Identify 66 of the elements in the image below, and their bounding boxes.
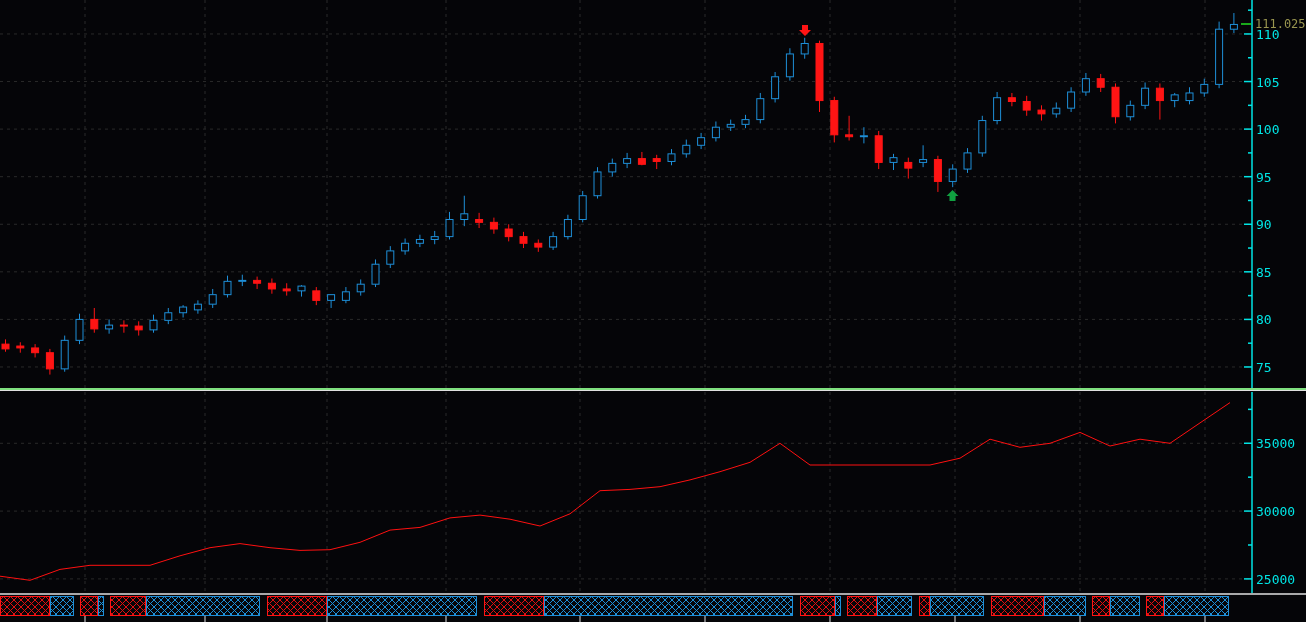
candlestick [208, 288, 217, 309]
candlestick [948, 163, 957, 188]
indicator-tick-label: 25000 [1256, 571, 1296, 587]
arrow-down-icon [799, 25, 811, 36]
candlestick [1155, 82, 1164, 121]
candlestick [45, 348, 54, 376]
price-tick-label: 90 [1256, 217, 1272, 233]
candlestick [711, 121, 720, 142]
price-tick-label: 75 [1256, 359, 1272, 375]
candlestick [90, 307, 99, 334]
last-price-label: 111.025 [1255, 17, 1306, 31]
candlestick [223, 275, 232, 299]
candlestick [593, 166, 602, 200]
price-tick-label: 85 [1256, 264, 1272, 280]
candlestick [312, 286, 321, 306]
candlestick [1022, 95, 1031, 117]
candlestick [193, 299, 202, 315]
candlestick [993, 91, 1002, 125]
price-tick-label: 95 [1256, 169, 1272, 185]
candlestick [445, 211, 454, 240]
candlestick [919, 144, 928, 168]
candlestick [623, 152, 632, 169]
candlestick [578, 190, 587, 223]
candlestick [1007, 92, 1016, 107]
last-price-marker [1240, 23, 1252, 25]
candlestick [149, 314, 158, 334]
candlestick [31, 343, 40, 358]
candlestick [460, 195, 469, 227]
candlestick [1126, 100, 1135, 122]
indicator-tick-label: 35000 [1256, 436, 1296, 452]
candlestick [386, 245, 395, 269]
candlestick [859, 126, 868, 144]
indicator-tick-label: 30000 [1256, 504, 1296, 520]
price-tick-label: 80 [1256, 312, 1272, 328]
candlestick [904, 157, 913, 180]
candlestick [845, 115, 854, 142]
candlestick [549, 231, 558, 251]
candlestick [800, 37, 809, 60]
candlestick [785, 47, 794, 82]
candlestick [963, 147, 972, 174]
candlestick [1096, 73, 1105, 93]
candlestick [267, 277, 276, 295]
candlestick [105, 318, 114, 335]
candlestick [1081, 72, 1090, 97]
candlestick [75, 313, 84, 345]
candlestick [682, 139, 691, 159]
candlestick [1141, 81, 1150, 110]
candlestick [475, 212, 484, 229]
candlestick [119, 319, 128, 334]
candlestick [563, 214, 572, 240]
candlestick [771, 71, 780, 103]
candlestick [1229, 12, 1238, 34]
price-tick-label: 100 [1256, 122, 1280, 138]
candlestick [253, 276, 262, 290]
candlestick [371, 258, 380, 288]
candlestick [1200, 78, 1209, 98]
candlestick [1067, 86, 1076, 113]
candlestick [756, 92, 765, 124]
candlestick [933, 155, 942, 193]
arrow-up-icon [946, 190, 959, 201]
candlestick [608, 158, 617, 178]
candlestick [415, 234, 424, 248]
candlestick [637, 151, 646, 166]
price-tick-label: 105 [1256, 74, 1280, 90]
candlestick [489, 217, 498, 235]
candlestick [327, 294, 336, 309]
